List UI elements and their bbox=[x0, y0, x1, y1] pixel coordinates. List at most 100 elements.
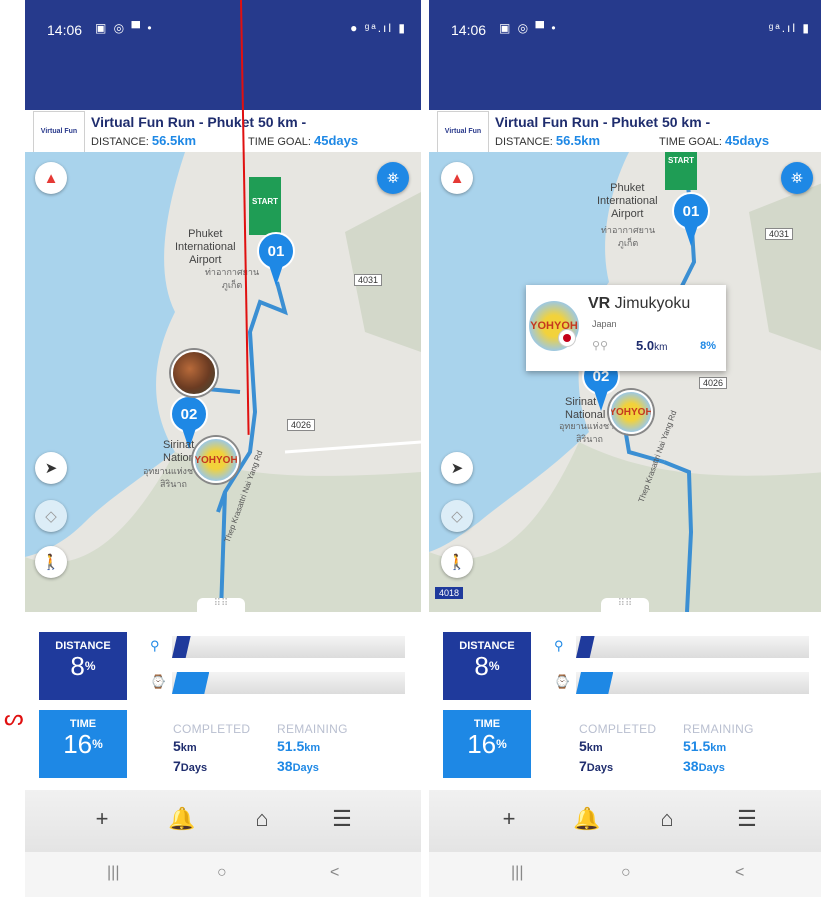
time-progress-fill bbox=[576, 672, 613, 694]
time-progress-row: ⌚ bbox=[150, 672, 405, 694]
signal-battery-icons: ● ᵍᵃ.ıl ▮ bbox=[350, 21, 407, 35]
runner-info-popup[interactable]: YOHYOH VR Jimukyoku Japan ⚲⚲ 5.0km 8% bbox=[526, 285, 726, 371]
completed-km: 5km bbox=[579, 738, 603, 754]
bell-icon[interactable]: 🔔 bbox=[162, 806, 202, 836]
runner-view-button[interactable]: 🚶 bbox=[35, 546, 67, 578]
route-map[interactable]: START 01 02 Phuket International Airport… bbox=[429, 152, 821, 612]
remaining-km: 51.5km bbox=[683, 738, 727, 754]
compass-button[interactable]: ▲ bbox=[441, 162, 473, 194]
distance-tile-value: 8% bbox=[70, 651, 96, 681]
distance-tile-label: DISTANCE bbox=[55, 640, 111, 652]
time-goal-label: TIME GOAL: bbox=[659, 136, 722, 148]
event-header[interactable]: Virtual Fun Run Virtual Fun Run - Phuket… bbox=[25, 110, 421, 175]
time-tile-value: 16% bbox=[467, 729, 507, 759]
event-header[interactable]: Virtual Fun Run Virtual Fun Run - Phuket… bbox=[429, 110, 821, 175]
my-location-button[interactable]: ➤ bbox=[441, 452, 473, 484]
recents-button[interactable]: ||| bbox=[511, 864, 523, 882]
home-icon[interactable]: ⌂ bbox=[242, 806, 282, 836]
back-button[interactable]: < bbox=[735, 864, 744, 882]
my-location-button[interactable]: ➤ bbox=[35, 452, 67, 484]
road-number-4018: 4018 bbox=[435, 587, 464, 599]
runner-avatar-logo[interactable]: YOHYOH bbox=[193, 437, 239, 483]
checkpoint-pin-02[interactable]: 02 bbox=[170, 395, 208, 449]
recents-button[interactable]: ||| bbox=[107, 864, 119, 882]
popup-runner-name: VR Jimukyoku bbox=[588, 295, 691, 312]
bottom-nav: + 🔔 ⌂ ☰ bbox=[25, 790, 421, 852]
route-map[interactable]: START 01 02 Phuket International Airport… bbox=[25, 152, 421, 612]
bell-icon[interactable]: 🔔 bbox=[567, 806, 607, 836]
remaining-days: 38Days bbox=[683, 758, 725, 774]
runner-avatar-photo[interactable] bbox=[171, 350, 217, 396]
completed-km: 5km bbox=[173, 738, 197, 754]
layers-button[interactable]: ◇ bbox=[441, 500, 473, 532]
notification-icons: ▣ ◎ ▀ • bbox=[499, 21, 558, 35]
list-icon[interactable]: ☰ bbox=[322, 806, 362, 836]
event-title: Virtual Fun Run - Phuket 50 km - bbox=[91, 114, 307, 130]
route-icon: ⚲⚲ bbox=[592, 340, 609, 352]
park-label: Sirinat National bbox=[565, 396, 606, 421]
time-tile-value: 16% bbox=[63, 729, 103, 759]
status-bar: 14:06 ▣ ◎ ▀ • ● ᵍᵃ.ıl ▮ bbox=[25, 0, 421, 110]
checkpoint-pin-01[interactable]: 01 bbox=[257, 232, 295, 286]
remaining-days: 38Days bbox=[277, 758, 319, 774]
system-home-button[interactable]: ○ bbox=[621, 864, 631, 882]
distance-progress-track bbox=[172, 636, 405, 658]
time-goal-meta: TIME GOAL: 45days bbox=[248, 133, 358, 148]
runner-avatar-logo[interactable]: YOHYOH bbox=[609, 390, 653, 434]
layers-button[interactable]: ◇ bbox=[35, 500, 67, 532]
distance-tile-label: DISTANCE bbox=[459, 640, 515, 652]
runner-view-button[interactable]: 🚶 bbox=[441, 546, 473, 578]
popup-percent: 8% bbox=[700, 340, 716, 352]
time-progress-track bbox=[172, 672, 405, 694]
airport-label-thai: ท่าอากาศยาน ภูเก็ต bbox=[601, 225, 656, 248]
time-tile: TIME 16% bbox=[39, 710, 127, 778]
list-icon[interactable]: ☰ bbox=[727, 806, 767, 836]
event-logo: Virtual Fun Run bbox=[437, 111, 489, 175]
popup-country: Japan bbox=[592, 319, 617, 329]
location-pin-icon: ⚲ bbox=[554, 638, 564, 653]
status-time: 14:06 bbox=[47, 22, 83, 38]
road-number-4026: 4026 bbox=[699, 377, 728, 389]
road-number-4031: 4031 bbox=[765, 228, 794, 240]
remaining-km: 51.5km bbox=[277, 738, 321, 754]
notification-icons: ▣ ◎ ▀ • bbox=[95, 21, 154, 35]
distance-label: DISTANCE: bbox=[495, 136, 553, 148]
phone-screen-left: 14:06 ▣ ◎ ▀ • ● ᵍᵃ.ıl ▮ Virtual Fun Run … bbox=[25, 0, 421, 897]
completed-days: 7Days bbox=[579, 758, 614, 774]
start-flag: START bbox=[665, 152, 697, 190]
checkpoint-pin-01[interactable]: 01 bbox=[672, 192, 710, 246]
event-logo: Virtual Fun Run bbox=[33, 111, 85, 175]
event-title: Virtual Fun Run - Phuket 50 km - bbox=[495, 114, 711, 130]
status-bar: 14:06 ▣ ◎ ▀ • ᵍᵃ.ıl ▮ bbox=[429, 0, 821, 110]
hills-area-2 bbox=[749, 183, 821, 351]
runner-location-button[interactable]: ⛯ bbox=[377, 162, 409, 194]
time-goal-label: TIME GOAL: bbox=[248, 136, 311, 148]
add-icon[interactable]: + bbox=[489, 806, 529, 836]
runner-location-button[interactable]: ⛯ bbox=[781, 162, 813, 194]
distance-value: 56.5km bbox=[555, 133, 601, 148]
bottom-nav: + 🔔 ⌂ ☰ bbox=[429, 790, 821, 852]
airport-label-thai: ท่าอากาศยาน ภูเก็ต bbox=[205, 267, 260, 290]
distance-tile-value: 8% bbox=[474, 651, 500, 681]
system-home-button[interactable]: ○ bbox=[217, 864, 227, 882]
system-nav-bar: ||| ○ < bbox=[429, 852, 821, 897]
time-goal-value: 45days bbox=[314, 133, 359, 148]
home-icon[interactable]: ⌂ bbox=[647, 806, 687, 836]
hills-area-2 bbox=[345, 192, 421, 352]
road-number-4031: 4031 bbox=[354, 274, 383, 286]
airport-label: Phuket International Airport bbox=[597, 182, 658, 220]
distance-value: 56.5km bbox=[151, 133, 197, 148]
distance-meta: DISTANCE: 56.5km bbox=[495, 133, 600, 148]
back-button[interactable]: < bbox=[330, 864, 339, 882]
time-tile-label: TIME bbox=[473, 718, 501, 730]
compass-button[interactable]: ▲ bbox=[35, 162, 67, 194]
time-progress-fill bbox=[172, 672, 209, 694]
road-number-4026: 4026 bbox=[287, 419, 316, 431]
distance-meta: DISTANCE: 56.5km bbox=[91, 133, 196, 148]
distance-progress-row: ⚲ bbox=[150, 636, 405, 658]
road bbox=[284, 440, 421, 454]
park-label-thai: อุทยานแห่งชาติ สิรินาถ bbox=[559, 421, 620, 444]
remaining-header: REMAINING bbox=[277, 722, 348, 736]
signal-battery-icons: ᵍᵃ.ıl ▮ bbox=[768, 21, 811, 35]
add-icon[interactable]: + bbox=[82, 806, 122, 836]
